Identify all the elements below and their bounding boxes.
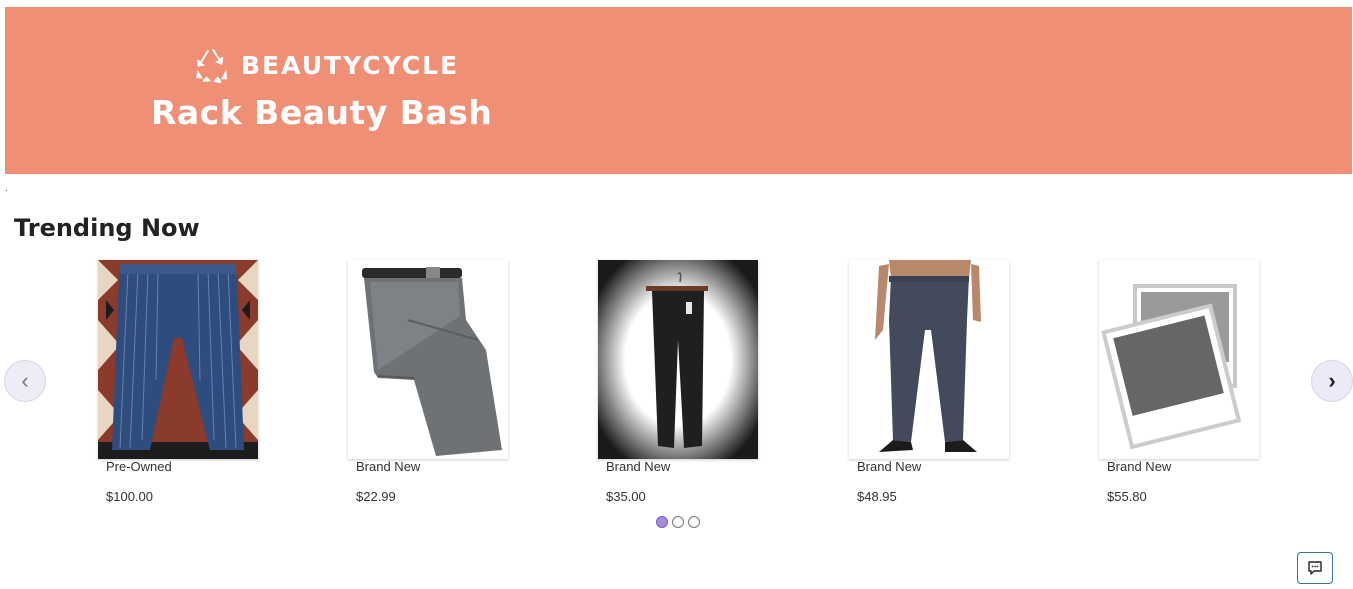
product-price: $35.00 bbox=[606, 489, 646, 504]
chevron-right-icon: › bbox=[1328, 368, 1336, 393]
product-card[interactable]: Brand New $55.80 bbox=[1099, 260, 1269, 510]
carousel-pagination bbox=[656, 516, 700, 528]
promo-banner[interactable]: BEAUTYCYCLE Rack Beauty Bash bbox=[5, 7, 1352, 174]
stray-text: . bbox=[5, 183, 8, 194]
pagination-dot-active[interactable] bbox=[656, 516, 668, 528]
product-condition: Brand New bbox=[1107, 459, 1172, 474]
product-card[interactable]: Pre-Owned $100.00 bbox=[98, 260, 268, 510]
product-card[interactable]: Brand New $35.00 bbox=[598, 260, 768, 510]
chat-icon bbox=[1308, 561, 1322, 575]
pagination-dot[interactable] bbox=[688, 516, 700, 528]
product-condition: Pre-Owned bbox=[106, 459, 172, 474]
product-image[interactable] bbox=[348, 260, 508, 459]
brand-logo: BEAUTYCYCLE bbox=[193, 47, 459, 83]
product-image[interactable] bbox=[598, 260, 758, 459]
product-image[interactable] bbox=[1099, 260, 1259, 459]
brand-name: BEAUTYCYCLE bbox=[241, 50, 460, 80]
black-pants-on-hanger-image bbox=[598, 260, 758, 459]
model-in-navy-pants-image bbox=[849, 260, 1009, 459]
product-condition: Brand New bbox=[606, 459, 671, 474]
section-title: Trending Now bbox=[14, 214, 200, 242]
pagination-dot[interactable] bbox=[672, 516, 684, 528]
carousel-prev-button[interactable]: ‹ bbox=[4, 360, 46, 402]
banner-title: Rack Beauty Bash bbox=[151, 93, 493, 132]
chevron-left-icon: ‹ bbox=[21, 368, 29, 393]
product-card[interactable]: Brand New $22.99 bbox=[348, 260, 518, 510]
product-price: $100.00 bbox=[106, 489, 153, 504]
folded-grey-trousers-image bbox=[348, 260, 508, 459]
product-price: $55.80 bbox=[1107, 489, 1147, 504]
recycle-icon bbox=[195, 48, 228, 83]
product-card[interactable]: Brand New $48.95 bbox=[849, 260, 1019, 510]
product-price: $22.99 bbox=[356, 489, 396, 504]
chat-button[interactable] bbox=[1297, 552, 1333, 584]
product-image[interactable] bbox=[849, 260, 1009, 459]
product-price: $48.95 bbox=[857, 489, 897, 504]
product-condition: Brand New bbox=[356, 459, 421, 474]
striped-denim-jeans-image bbox=[98, 260, 258, 459]
product-image[interactable] bbox=[98, 260, 258, 459]
carousel-next-button[interactable]: › bbox=[1311, 360, 1353, 402]
photo-placeholder-image bbox=[1099, 260, 1259, 459]
product-condition: Brand New bbox=[857, 459, 922, 474]
